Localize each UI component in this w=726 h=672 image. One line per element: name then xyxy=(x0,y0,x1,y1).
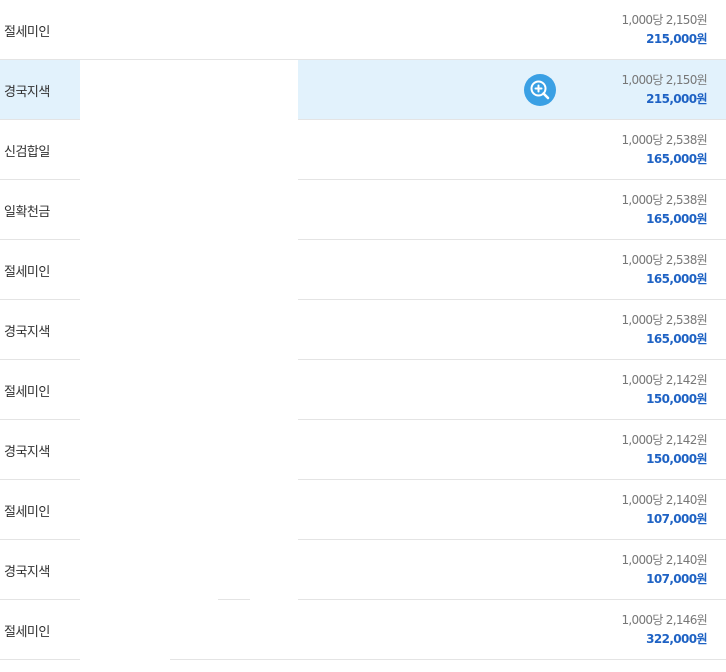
product-name: 일확천금 xyxy=(4,205,50,220)
total-price: 165,000원 xyxy=(646,152,708,166)
product-price: 1,000당 2,538원 165,000원 xyxy=(621,191,707,229)
product-price: 1,000당 2,140원 107,000원 xyxy=(621,551,707,589)
product-name: 절세미인 xyxy=(4,385,50,400)
product-image-column xyxy=(80,599,218,601)
product-price: 1,000당 2,538원 165,000원 xyxy=(621,251,707,289)
product-image-column xyxy=(80,119,298,599)
product-price: 1,000당 2,538원 165,000원 xyxy=(621,131,707,169)
unit-price: 1,000당 2,146원 xyxy=(621,613,707,627)
product-name: 절세미인 xyxy=(4,265,50,280)
product-price: 1,000당 2,142원 150,000원 xyxy=(621,371,707,409)
total-price: 150,000원 xyxy=(646,392,708,406)
product-row[interactable]: 절세미인 1,000당 2,146원 322,000원 xyxy=(0,600,726,660)
unit-price: 1,000당 2,150원 xyxy=(621,13,707,27)
total-price: 215,000원 xyxy=(646,32,708,46)
zoom-in-icon xyxy=(530,80,550,100)
product-price: 1,000당 2,140원 107,000원 xyxy=(621,491,707,529)
product-image-area xyxy=(80,60,298,119)
unit-price: 1,000당 2,538원 xyxy=(621,253,707,267)
product-price: 1,000당 2,142원 150,000원 xyxy=(621,431,707,469)
product-name: 신검합일 xyxy=(4,145,50,160)
total-price: 150,000원 xyxy=(646,452,708,466)
zoom-in-button[interactable] xyxy=(524,74,556,106)
product-name: 절세미인 xyxy=(4,25,50,40)
total-price: 322,000원 xyxy=(646,632,708,646)
total-price: 107,000원 xyxy=(646,512,708,526)
unit-price: 1,000당 2,142원 xyxy=(621,433,707,447)
unit-price: 1,000당 2,150원 xyxy=(621,73,707,87)
unit-price: 1,000당 2,140원 xyxy=(621,553,707,567)
total-price: 165,000원 xyxy=(646,332,708,346)
product-price: 1,000당 2,538원 165,000원 xyxy=(621,311,707,349)
unit-price: 1,000당 2,538원 xyxy=(621,313,707,327)
unit-price: 1,000당 2,538원 xyxy=(621,193,707,207)
total-price: 215,000원 xyxy=(646,92,708,106)
product-image-column xyxy=(80,659,170,661)
product-list: 절세미인 1,000당 2,150원 215,000원 경국지색 1,000당 … xyxy=(0,0,726,672)
product-price: 1,000당 2,150원 215,000원 xyxy=(621,11,707,49)
product-name: 경국지색 xyxy=(4,565,50,580)
product-row[interactable]: 절세미인 1,000당 2,150원 215,000원 xyxy=(0,0,726,60)
product-price: 1,000당 2,150원 215,000원 xyxy=(621,71,707,109)
product-image-column xyxy=(250,599,298,601)
product-price: 1,000당 2,146원 322,000원 xyxy=(621,611,707,649)
unit-price: 1,000당 2,538원 xyxy=(621,133,707,147)
unit-price: 1,000당 2,140원 xyxy=(621,493,707,507)
total-price: 165,000원 xyxy=(646,212,708,226)
product-name: 경국지색 xyxy=(4,445,50,460)
product-name: 절세미인 xyxy=(4,625,50,640)
total-price: 165,000원 xyxy=(646,272,708,286)
total-price: 107,000원 xyxy=(646,572,708,586)
product-row-highlighted[interactable]: 경국지색 1,000당 2,150원 215,000원 xyxy=(0,60,726,120)
product-name: 경국지색 xyxy=(4,85,50,100)
product-name: 경국지색 xyxy=(4,325,50,340)
unit-price: 1,000당 2,142원 xyxy=(621,373,707,387)
product-name: 절세미인 xyxy=(4,505,50,520)
